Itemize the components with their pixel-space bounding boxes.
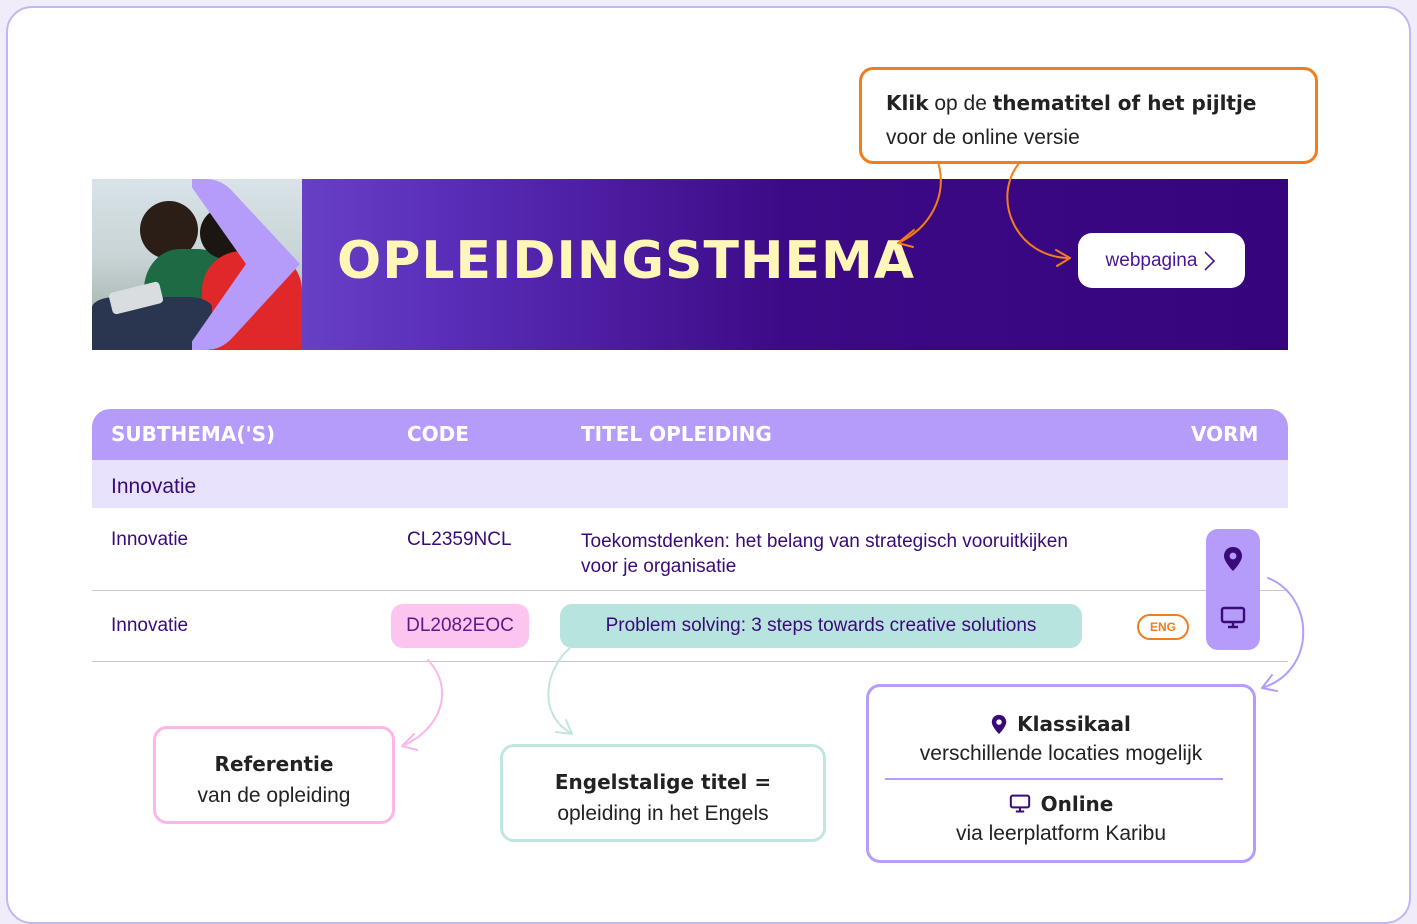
divider [885,778,1223,780]
reference-callout: Referentie van de opleiding [153,726,395,824]
location-pin-icon [991,714,1007,734]
vorm-callout: Klassikaal verschillende locaties mogeli… [866,684,1256,863]
english-title-heading: Engelstalige titel = [554,770,772,794]
monitor-icon [1009,794,1030,813]
english-title-callout: Engelstalige titel = opleiding in het En… [500,744,826,842]
english-title-text: opleiding in het Engels [557,802,769,825]
reference-text: van de opleiding [197,784,351,807]
online-title: Online [1040,792,1114,816]
klassikaal-title: Klassikaal [1017,712,1131,736]
reference-title: Referentie [214,752,334,776]
online-text: via leerplatform Karibu [955,822,1167,845]
klassikaal-text: verschillende locaties mogelijk [919,742,1203,765]
